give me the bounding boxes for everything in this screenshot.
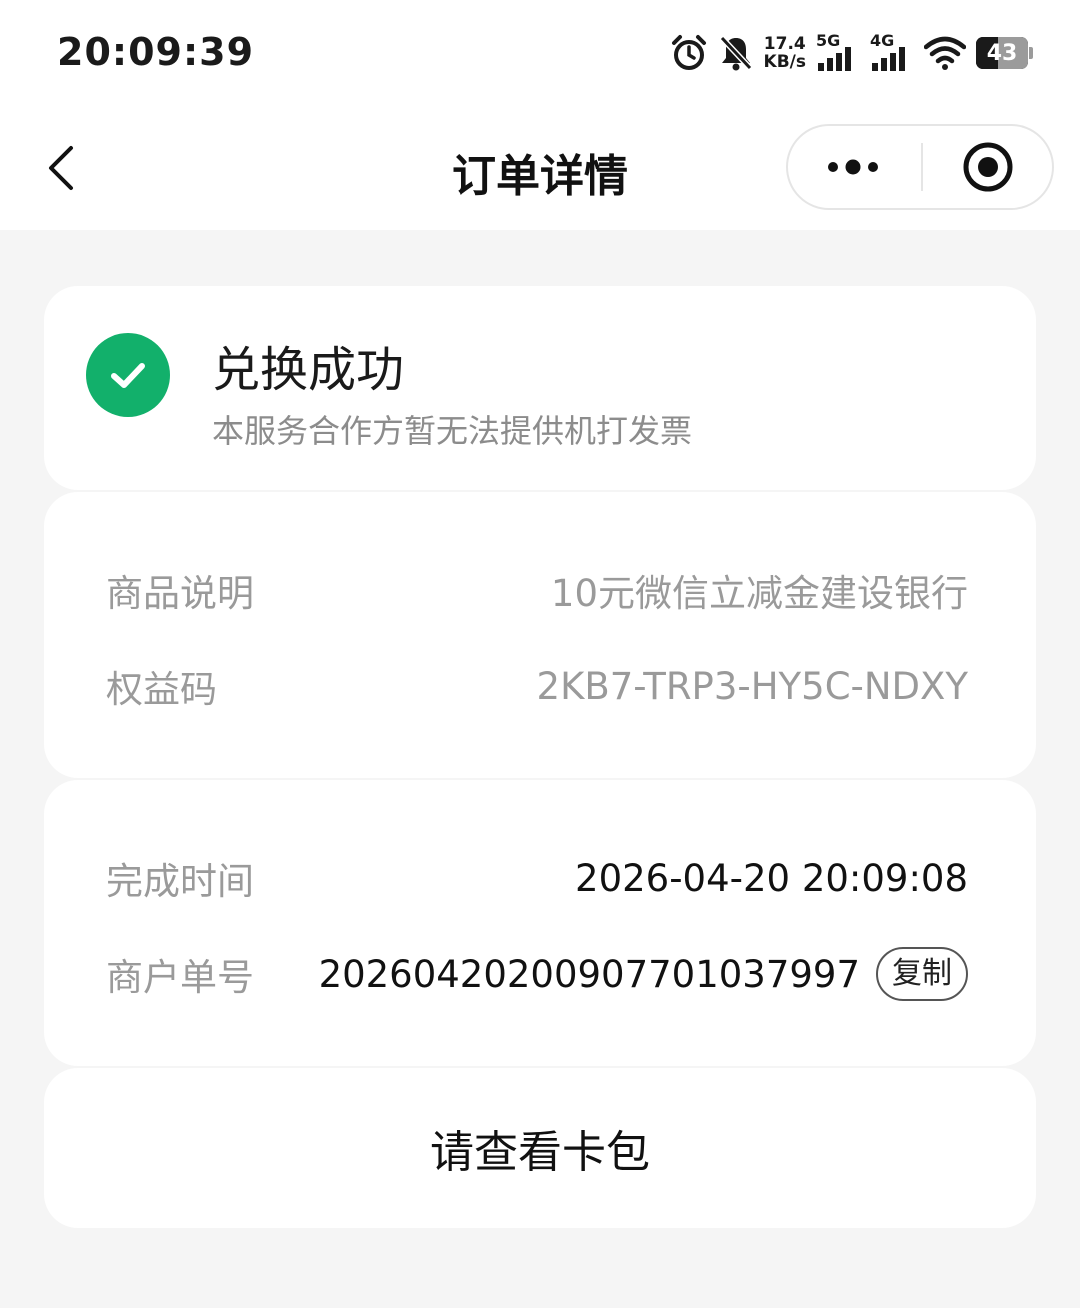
- status-bar: 20:09:39 17.4 KB/s 5G 4G 43: [0, 0, 1080, 110]
- benefit-code-label: 权益码: [106, 668, 217, 711]
- more-button[interactable]: [788, 126, 921, 208]
- order-info-card: 完成时间 2026-04-20 20:09:08 商户单号 2026042020…: [44, 780, 1036, 1066]
- wifi-icon: [924, 35, 966, 71]
- completion-time-label: 完成时间: [106, 860, 254, 903]
- status-card: 兑换成功 本服务合作方暂无法提供机打发票: [44, 286, 1036, 490]
- benefit-code-row: 权益码 2KB7-TRP3-HY5C-NDXY: [106, 661, 968, 712]
- status-subtitle: 本服务合作方暂无法提供机打发票: [212, 412, 693, 450]
- more-dots-icon: [827, 159, 878, 175]
- target-close-icon: [963, 142, 1012, 192]
- mute-bell-icon: [718, 34, 754, 72]
- sim1-signal-icon: 5G: [816, 31, 860, 73]
- nav-bar: 订单详情: [0, 110, 1080, 230]
- merchant-order-row: 商户单号 2026042020090770103799​7 复制: [106, 947, 968, 1001]
- alarm-icon: [670, 34, 708, 72]
- mini-program-capsule: [786, 124, 1054, 210]
- net-speed-unit: KB/s: [763, 52, 806, 72]
- product-desc-row: 商品说明 10元微信立减金建设银行: [106, 565, 968, 615]
- merchant-order-value: 2026042020090770103799​7: [318, 952, 860, 996]
- network-speed: 17.4 KB/s: [764, 35, 806, 71]
- net-speed-value: 17.4: [763, 34, 806, 54]
- status-icons: 17.4 KB/s 5G 4G 43: [670, 30, 1033, 76]
- battery-icon: 43: [976, 37, 1033, 69]
- product-desc-value: 10元微信立减金建设银行: [550, 572, 968, 615]
- completion-time-value: 2026-04-20 20:09:08: [575, 856, 968, 900]
- sim2-signal-icon: 4G: [870, 31, 914, 73]
- benefit-code-value: 2KB7-TRP3-HY5C-NDXY: [536, 664, 968, 708]
- merchant-order-label: 商户单号: [106, 956, 254, 999]
- product-desc-label: 商品说明: [106, 572, 254, 615]
- status-time: 20:09:39: [57, 30, 255, 74]
- product-info-card: 商品说明 10元微信立减金建设银行 权益码 2KB7-TRP3-HY5C-NDX…: [44, 492, 1036, 778]
- success-check-icon: [86, 333, 170, 417]
- status-title: 兑换成功: [212, 342, 405, 398]
- close-mini-program-button[interactable]: [923, 126, 1052, 208]
- completion-time-row: 完成时间 2026-04-20 20:09:08: [106, 853, 968, 904]
- battery-level: 43: [986, 40, 1018, 66]
- view-card-package-button[interactable]: 请查看卡包: [44, 1068, 1036, 1228]
- copy-button[interactable]: 复制: [876, 947, 968, 1001]
- view-card-package-label: 请查看卡包: [430, 1127, 650, 1178]
